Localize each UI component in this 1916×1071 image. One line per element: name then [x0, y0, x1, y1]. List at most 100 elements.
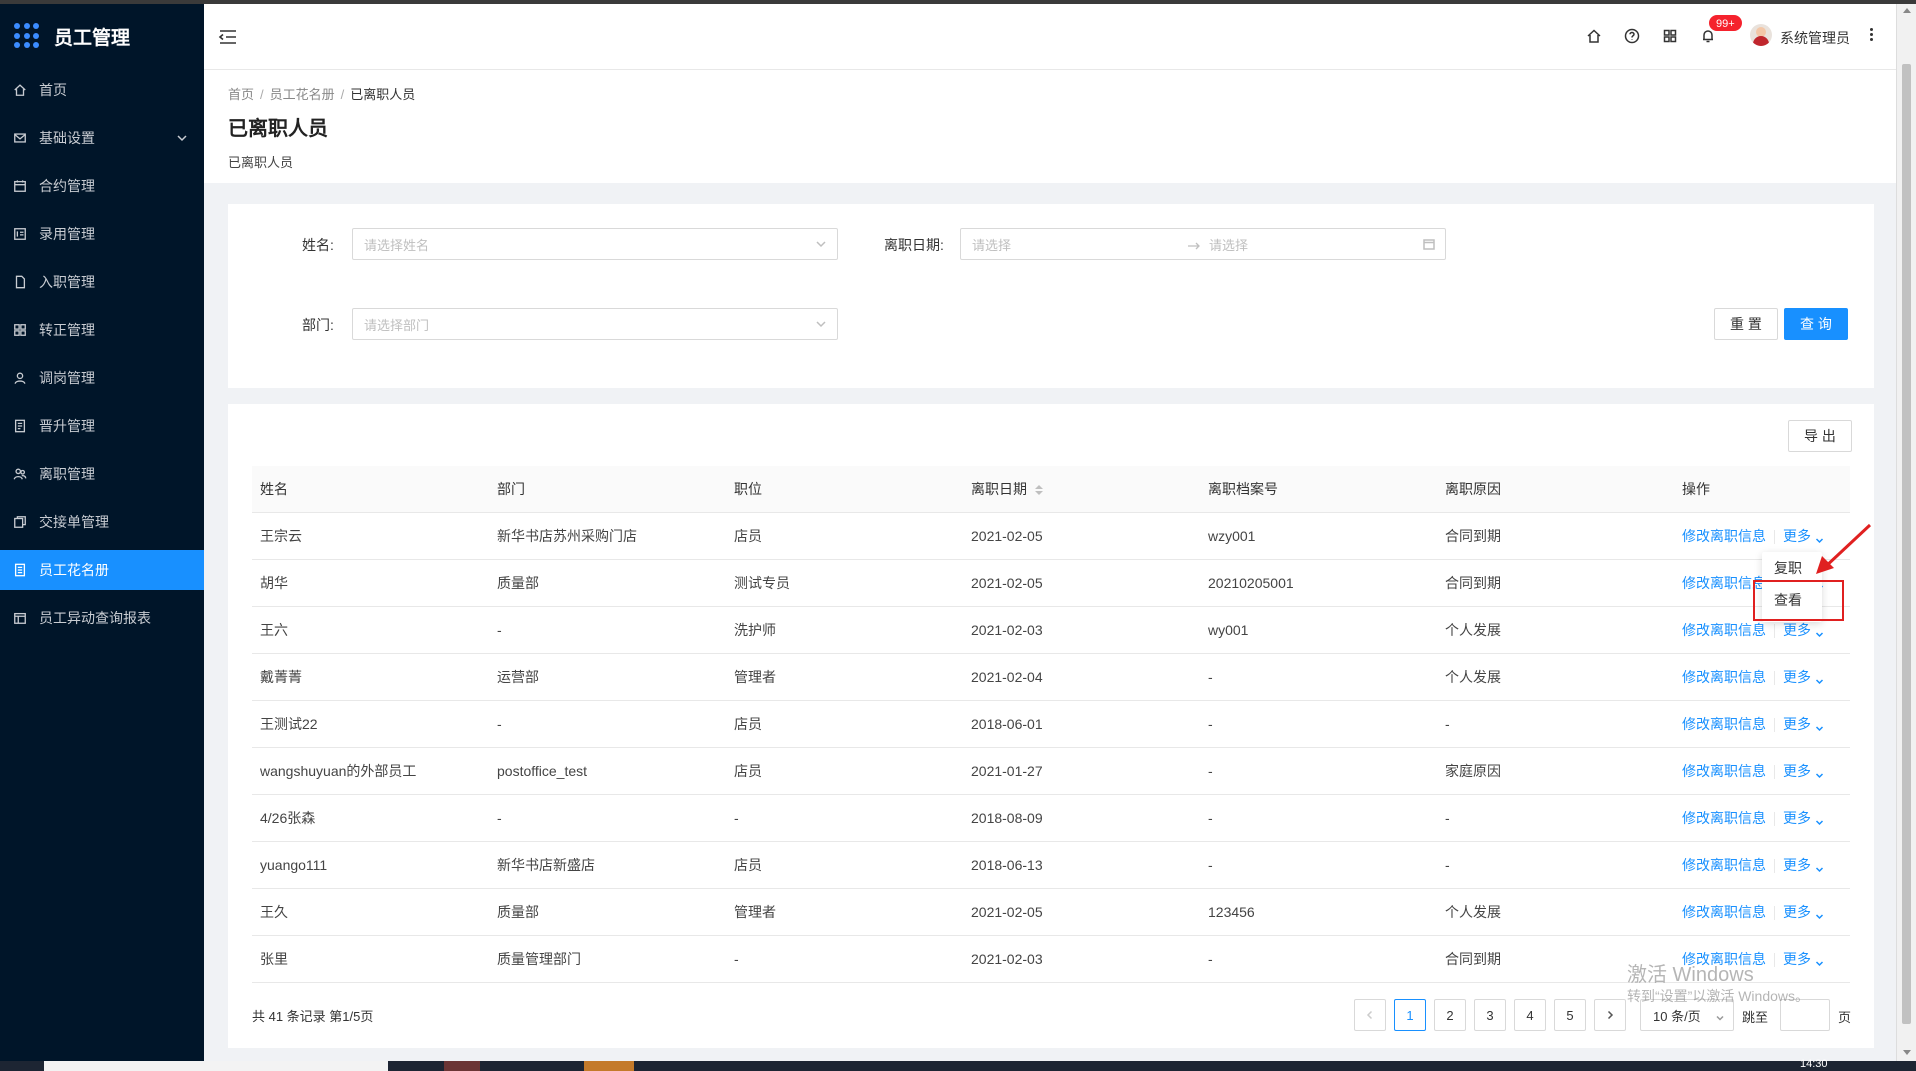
scroll-up-icon[interactable]	[1903, 8, 1911, 13]
sidebar-item-home[interactable]: 首页	[0, 70, 204, 110]
more-dropdown-trigger[interactable]: 更多	[1783, 763, 1824, 779]
appstore-icon[interactable]	[1662, 28, 1680, 46]
page-scrollbar[interactable]	[1896, 4, 1916, 1061]
edit-leave-info-link[interactable]: 修改离职信息	[1682, 857, 1766, 873]
breadcrumb-roster[interactable]: 员工花名册	[270, 87, 335, 102]
home-icon[interactable]	[1586, 28, 1604, 46]
edit-leave-info-link[interactable]: 修改离职信息	[1682, 528, 1766, 544]
more-label: 更多	[1783, 809, 1811, 826]
edit-leave-info-link[interactable]: 修改离职信息	[1682, 669, 1766, 685]
more-vertical-icon[interactable]	[1868, 26, 1874, 46]
page-5-button[interactable]: 5	[1554, 999, 1586, 1031]
sidebar-item-label: 员工花名册	[39, 562, 109, 578]
sidebar-item-resignation[interactable]: 离职管理	[0, 454, 204, 494]
sidebar-item-contract[interactable]: 合约管理	[0, 166, 204, 206]
date-range-picker[interactable]: 请选择 请选择	[960, 228, 1446, 260]
cell-archive-no: 20210205001	[1200, 559, 1437, 607]
more-dropdown-trigger[interactable]: 更多	[1783, 622, 1824, 638]
page-3-button[interactable]: 3	[1474, 999, 1506, 1031]
more-dropdown-trigger[interactable]: 更多	[1783, 716, 1824, 732]
cell-leave-date: 2021-02-05	[963, 888, 1200, 936]
table-row: 王宗云 新华书店苏州采购门店 店员 2021-02-05 wzy001 合同到期…	[252, 512, 1850, 560]
sidebar-item-handover[interactable]: 交接单管理	[0, 502, 204, 542]
more-dropdown-trigger[interactable]: 更多	[1783, 951, 1824, 967]
edit-leave-info-link[interactable]: 修改离职信息	[1682, 810, 1766, 826]
scrollbar-thumb[interactable]	[1902, 64, 1911, 1024]
taskbar-app[interactable]	[584, 1061, 634, 1071]
cell-department: 质量管理部门	[489, 935, 726, 983]
col-archive-no: 离职档案号	[1200, 466, 1437, 513]
date-start-placeholder: 请选择	[972, 237, 1012, 253]
name-select[interactable]: 请选择姓名	[352, 228, 838, 260]
more-dropdown-trigger[interactable]: 更多	[1783, 904, 1824, 920]
goto-label: 跳至	[1742, 1010, 1769, 1025]
sidebar-item-transfer[interactable]: 调岗管理	[0, 358, 204, 398]
sidebar-item-label: 晋升管理	[39, 418, 95, 434]
help-icon[interactable]	[1624, 28, 1642, 46]
chevron-down-icon	[1815, 861, 1824, 873]
more-dropdown-trigger[interactable]: 更多	[1783, 669, 1824, 685]
avatar[interactable]	[1750, 24, 1772, 46]
sort-icon[interactable]	[1035, 485, 1043, 496]
cell-name: 戴菁菁	[252, 653, 489, 701]
sidebar-item-hiring[interactable]: 录用管理	[0, 214, 204, 254]
edit-leave-info-link[interactable]: 修改离职信息	[1682, 904, 1766, 920]
more-dropdown-trigger[interactable]: 更多	[1783, 857, 1824, 873]
chevron-down-icon	[1715, 1011, 1725, 1021]
cell-name: yuango111	[252, 841, 489, 889]
cell-reason: -	[1437, 700, 1674, 748]
sidebar-item-basic-settings[interactable]: 基础设置	[0, 118, 204, 158]
next-page-button[interactable]	[1594, 999, 1626, 1031]
menu-fold-icon[interactable]	[218, 28, 238, 46]
page-2-button[interactable]: 2	[1434, 999, 1466, 1031]
taskbar-clock: 14:30	[1800, 1058, 1828, 1070]
edit-leave-info-link[interactable]: 修改离职信息	[1682, 763, 1766, 779]
table-row: 张里 质量管理部门 - 2021-02-03 - 合同到期 修改离职信息 更多	[252, 935, 1850, 983]
export-button[interactable]: 导 出	[1788, 420, 1852, 452]
col-leave-date[interactable]: 离职日期	[963, 466, 1200, 513]
cell-reason: 家庭原因	[1437, 747, 1674, 795]
cell-department: -	[489, 700, 726, 748]
cell-name: 胡华	[252, 559, 489, 607]
sidebar-item-label: 交接单管理	[39, 514, 109, 530]
user-name[interactable]: 系统管理员	[1780, 28, 1850, 48]
cell-actions: 修改离职信息 更多	[1674, 747, 1850, 795]
more-label: 更多	[1783, 856, 1811, 873]
reset-button[interactable]: 重 置	[1714, 308, 1778, 340]
more-dropdown-trigger[interactable]: 更多	[1783, 810, 1824, 826]
activation-watermark-subtitle: 转到“设置”以激活 Windows。	[1627, 988, 1810, 1004]
page-4-button[interactable]: 4	[1514, 999, 1546, 1031]
cell-archive-no: -	[1200, 841, 1437, 889]
chevron-down-icon	[176, 131, 188, 147]
sidebar-item-onboarding[interactable]: 入职管理	[0, 262, 204, 302]
page-1-button[interactable]: 1	[1394, 999, 1426, 1031]
cell-actions: 修改离职信息 更多	[1674, 794, 1850, 842]
sidebar-item-promotion[interactable]: 晋升管理	[0, 406, 204, 446]
col-department: 部门	[489, 466, 726, 513]
taskbar-search-box[interactable]	[44, 1061, 388, 1071]
department-select[interactable]: 请选择部门	[352, 308, 838, 340]
page-size-value: 10 条/页	[1653, 1008, 1701, 1024]
apps-grid-icon	[14, 23, 40, 49]
scroll-down-icon[interactable]	[1903, 1050, 1911, 1055]
edit-leave-info-link[interactable]: 修改离职信息	[1682, 622, 1766, 638]
cell-archive-no: -	[1200, 794, 1437, 842]
cell-leave-date: 2018-06-01	[963, 700, 1200, 748]
sidebar-item-roster[interactable]: 员工花名册	[0, 550, 204, 590]
sidebar-item-regularization[interactable]: 转正管理	[0, 310, 204, 350]
brand-title: 员工管理	[54, 27, 131, 49]
cell-name: 王久	[252, 888, 489, 936]
cell-leave-date: 2021-02-05	[963, 559, 1200, 607]
edit-leave-info-link[interactable]: 修改离职信息	[1682, 716, 1766, 732]
calendar-icon	[1423, 238, 1435, 250]
taskbar-app[interactable]	[444, 1061, 480, 1071]
brand[interactable]: 员工管理	[0, 4, 204, 68]
more-label: 更多	[1783, 950, 1811, 967]
prev-page-button[interactable]	[1354, 999, 1386, 1031]
grid-icon	[12, 322, 28, 338]
sidebar-item-change-report[interactable]: 员工异动查询报表	[0, 598, 204, 638]
table-row: 王久 质量部 管理者 2021-02-05 123456 个人发展 修改离职信息…	[252, 888, 1850, 936]
query-button[interactable]: 查 询	[1784, 308, 1848, 340]
breadcrumb-home[interactable]: 首页	[228, 87, 254, 102]
table-row: yuango111 新华书店新盛店 店员 2018-06-13 - - 修改离职…	[252, 841, 1850, 889]
